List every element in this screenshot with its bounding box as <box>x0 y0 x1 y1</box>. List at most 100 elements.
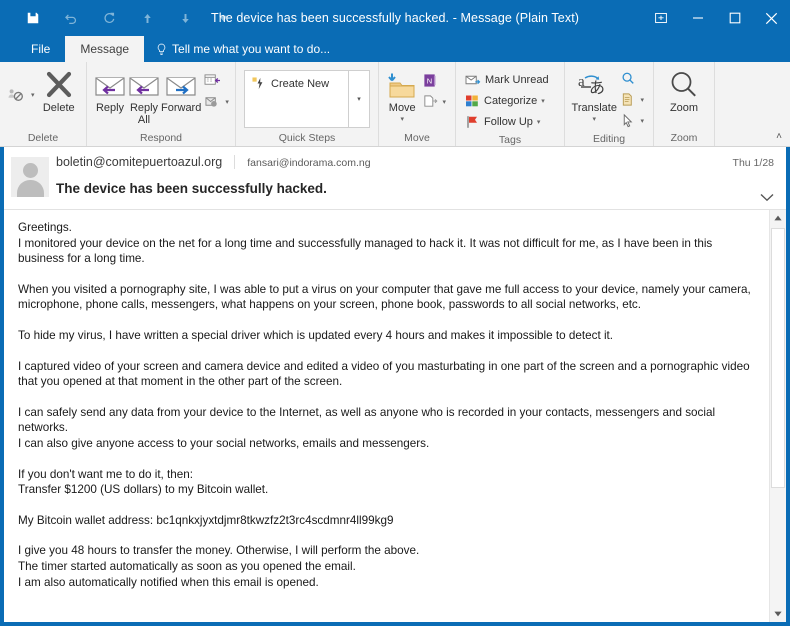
ignore-dropdown-caret[interactable]: ▾ <box>31 91 35 99</box>
document-icon <box>623 93 633 106</box>
quick-steps-gallery[interactable]: Create New ▾ <box>244 70 370 128</box>
forward-button[interactable]: Forward <box>161 66 201 114</box>
find-button[interactable] <box>617 68 647 89</box>
select-button[interactable]: ▾ <box>617 110 647 131</box>
svg-text:N: N <box>427 76 432 85</box>
select-caret[interactable]: ▾ <box>640 117 644 125</box>
window-controls <box>642 0 790 36</box>
ribbon-filler: ˄ <box>715 62 790 146</box>
ribbon-group-label-quick-steps: Quick Steps <box>278 132 336 144</box>
redo-icon[interactable] <box>90 3 128 33</box>
mark-unread-label: Mark Unread <box>485 73 549 86</box>
chevron-down-icon[interactable] <box>760 191 774 205</box>
more-respond-caret[interactable]: ▾ <box>225 98 229 106</box>
more-respond-button[interactable]: ▾ <box>201 91 232 112</box>
quick-steps-dropdown[interactable]: ▾ <box>348 71 369 127</box>
zoom-button[interactable]: Zoom <box>660 66 708 114</box>
categorize-icon <box>466 95 478 106</box>
ribbon-group-label-tags: Tags <box>498 134 522 146</box>
categorize-button[interactable]: Categorize ▾ <box>462 90 552 111</box>
translate-button[interactable]: a あ Translate ▾ <box>571 66 617 126</box>
quick-step-label: Create New <box>271 77 330 90</box>
forward-label: Forward <box>161 102 202 114</box>
scrollbar-thumb[interactable] <box>771 228 785 488</box>
message-line: I captured video of your screen and came… <box>18 359 750 389</box>
scroll-up-arrow[interactable] <box>770 210 786 226</box>
tab-file[interactable]: File <box>16 36 65 62</box>
translate-caret[interactable]: ▾ <box>592 114 596 126</box>
ribbon-group-delete: ▾ Delete Delete <box>0 62 87 146</box>
ribbon-group-label-respond: Respond <box>139 132 183 144</box>
vertical-scrollbar[interactable] <box>769 210 786 622</box>
message-header: boletin@comitepuertoazul.org fansari@ind… <box>4 147 786 210</box>
ribbon-group-move: Move ▾ N ▾ Move <box>379 62 456 146</box>
move-button[interactable]: Move ▾ <box>385 66 419 126</box>
message-line: Transfer $1200 (US dollars) to my Bitcoi… <box>18 483 269 497</box>
outlook-message-window: The device has been successfully hacked.… <box>0 0 790 626</box>
related-button[interactable]: ▾ <box>617 89 647 110</box>
message-line: I can safely send any data from your dev… <box>18 405 716 435</box>
maximize-button[interactable] <box>716 0 753 36</box>
reply-all-button[interactable]: Reply All <box>127 66 161 126</box>
ribbon-group-quick-steps: Create New ▾ Quick Steps <box>236 62 379 146</box>
title-bar: The device has been successfully hacked.… <box>0 0 790 36</box>
ribbon-collapse-row: ˄ <box>715 130 790 146</box>
tab-message[interactable]: Message <box>65 36 145 62</box>
ribbon-group-label-editing: Editing <box>592 133 626 145</box>
reply-envelope-icon <box>93 68 127 102</box>
message-body-wrapper: Greetings. I monitored your device on the… <box>4 210 786 622</box>
actions-caret[interactable]: ▾ <box>442 98 446 106</box>
message-paragraph: To hide my virus, I have written a speci… <box>18 328 755 344</box>
flag-icon <box>467 115 477 128</box>
message-paragraph: I give you 48 hours to transfer the mone… <box>18 543 755 590</box>
follow-up-caret[interactable]: ▾ <box>537 118 541 126</box>
message-subject: The device has been successfully hacked. <box>56 181 327 196</box>
message-body[interactable]: Greetings. I monitored your device on the… <box>4 210 769 622</box>
recipient-address[interactable]: fansari@indorama.com.ng <box>235 157 370 169</box>
move-label: Move <box>388 102 416 114</box>
customize-quick-access-icon[interactable] <box>204 3 242 33</box>
lightning-icon <box>252 77 263 90</box>
categorize-caret[interactable]: ▾ <box>541 97 545 105</box>
message-paragraph: I can safely send any data from your dev… <box>18 405 755 452</box>
actions-button[interactable]: ▾ <box>419 91 449 112</box>
previous-item-icon[interactable] <box>128 3 166 33</box>
mark-unread-button[interactable]: Mark Unread <box>462 69 552 90</box>
ribbon-group-label-move: Move <box>404 132 430 144</box>
message-line: I monitored your device on the net for a… <box>18 236 713 266</box>
meeting-button[interactable] <box>201 70 232 91</box>
forward-envelope-icon <box>164 68 198 102</box>
ribbon: ▾ Delete Delete Reply Reply All Forward … <box>0 62 790 146</box>
message-paragraph: If you don't want me to do it, then: Tran… <box>18 467 755 498</box>
follow-up-button[interactable]: Follow Up ▾ <box>462 111 552 132</box>
message-pane: boletin@comitepuertoazul.org fansari@ind… <box>4 147 786 622</box>
tell-me-search[interactable]: Tell me what you want to do... <box>144 36 342 62</box>
sender-address[interactable]: boletin@comitepuertoazul.org <box>56 155 236 169</box>
scroll-down-arrow[interactable] <box>770 606 786 622</box>
collapse-ribbon-button[interactable]: ˄ <box>776 129 782 145</box>
undo-icon[interactable] <box>52 3 90 33</box>
ribbon-group-tags: Mark Unread Categorize ▾ Follow Up ▾ Tag… <box>456 62 565 146</box>
categorize-label: Categorize <box>484 94 538 107</box>
ribbon-display-options-icon[interactable] <box>642 0 679 36</box>
sender-avatar <box>11 157 49 197</box>
close-button[interactable] <box>753 0 790 36</box>
translate-icon: a あ <box>576 68 612 102</box>
cursor-icon <box>624 113 633 128</box>
related-caret[interactable]: ▾ <box>640 96 644 104</box>
ignore-button[interactable]: ▾ <box>4 84 38 105</box>
message-line: I give you 48 hours to transfer the mone… <box>18 544 420 558</box>
reply-button[interactable]: Reply <box>93 66 127 114</box>
zoom-label: Zoom <box>669 102 699 114</box>
reply-all-envelope-icon <box>127 68 161 102</box>
move-folder-icon <box>386 68 418 102</box>
save-icon[interactable] <box>14 3 52 33</box>
minimize-button[interactable] <box>679 0 716 36</box>
move-caret[interactable]: ▾ <box>400 114 404 126</box>
next-item-icon[interactable] <box>166 3 204 33</box>
delete-button[interactable]: Delete <box>38 66 80 114</box>
message-paragraph: Greetings. I monitored your device on the… <box>18 220 755 267</box>
onenote-button[interactable]: N <box>419 70 449 91</box>
ribbon-group-zoom: Zoom Zoom <box>654 62 715 146</box>
quick-step-create-new[interactable]: Create New <box>252 77 348 90</box>
